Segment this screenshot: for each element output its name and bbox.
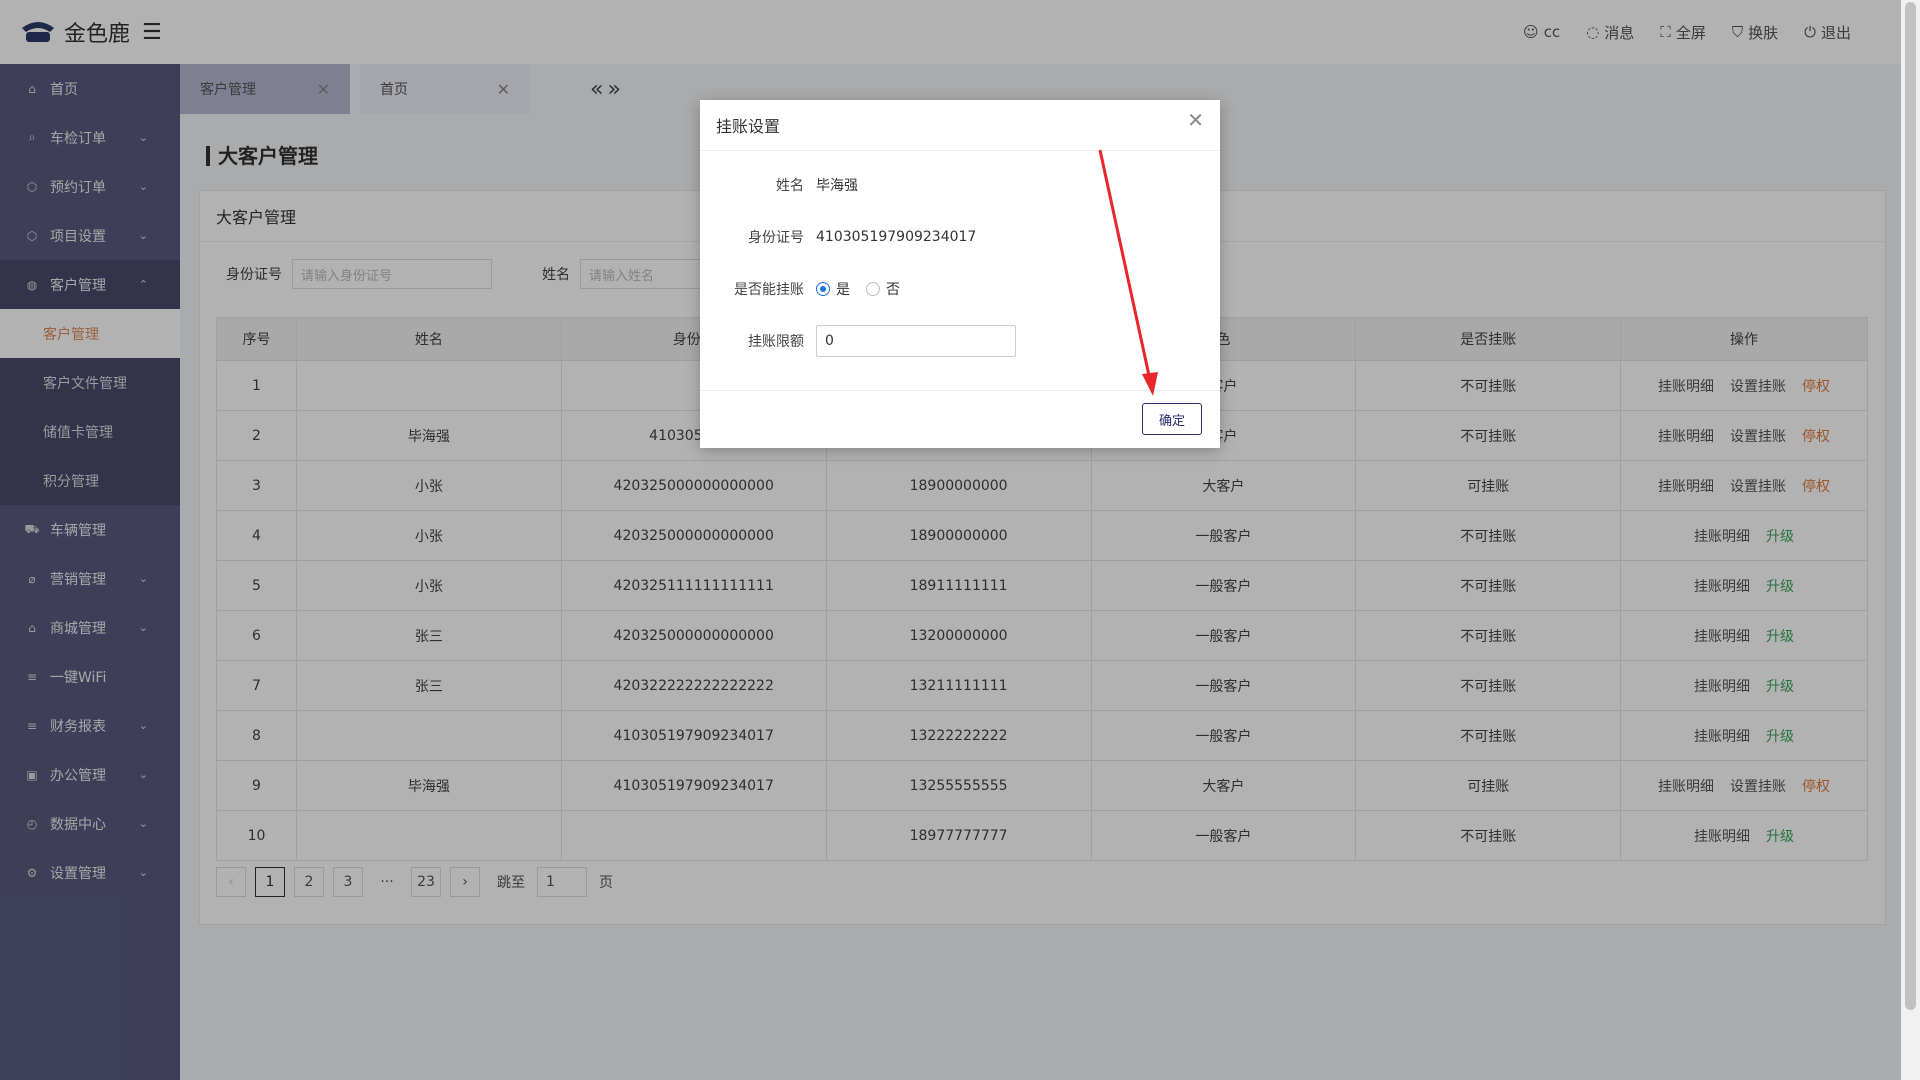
id-label: 身份证号 bbox=[748, 230, 804, 246]
confirm-button[interactable]: 确定 bbox=[1142, 403, 1202, 435]
radio-yes-label: 是 bbox=[836, 282, 850, 298]
dialog-title: 挂账设置 bbox=[716, 117, 781, 136]
dialog-header: 挂账设置 ✕ bbox=[700, 100, 1220, 151]
allow-credit-label: 是否能挂账 bbox=[734, 282, 804, 298]
id-value: 410305197909234017 bbox=[816, 229, 977, 245]
close-icon[interactable]: ✕ bbox=[1187, 108, 1204, 132]
radio-no[interactable]: 否 bbox=[866, 279, 900, 299]
page-scrollbar[interactable] bbox=[1901, 0, 1920, 1080]
radio-no-label: 否 bbox=[886, 282, 900, 298]
id-row: 身份证号 410305197909234017 bbox=[700, 211, 1220, 263]
radio-no-dot[interactable] bbox=[866, 282, 880, 296]
name-value: 毕海强 bbox=[816, 178, 858, 194]
credit-settings-dialog: 挂账设置 ✕ 姓名 毕海强 身份证号 410305197909234017 是否… bbox=[700, 100, 1220, 448]
limit-label: 挂账限额 bbox=[748, 334, 804, 350]
radio-yes-dot[interactable] bbox=[816, 282, 830, 296]
radio-yes[interactable]: 是 bbox=[816, 279, 850, 299]
scrollbar-thumb[interactable] bbox=[1905, 2, 1916, 1010]
allow-credit-row: 是否能挂账 是 否 bbox=[700, 263, 1220, 315]
credit-limit-input[interactable]: 0 bbox=[816, 325, 1016, 357]
dialog-footer: 确定 bbox=[700, 390, 1220, 448]
name-row: 姓名 毕海强 bbox=[700, 159, 1220, 211]
name-label: 姓名 bbox=[776, 178, 804, 194]
limit-row: 挂账限额 0 bbox=[700, 315, 1220, 367]
